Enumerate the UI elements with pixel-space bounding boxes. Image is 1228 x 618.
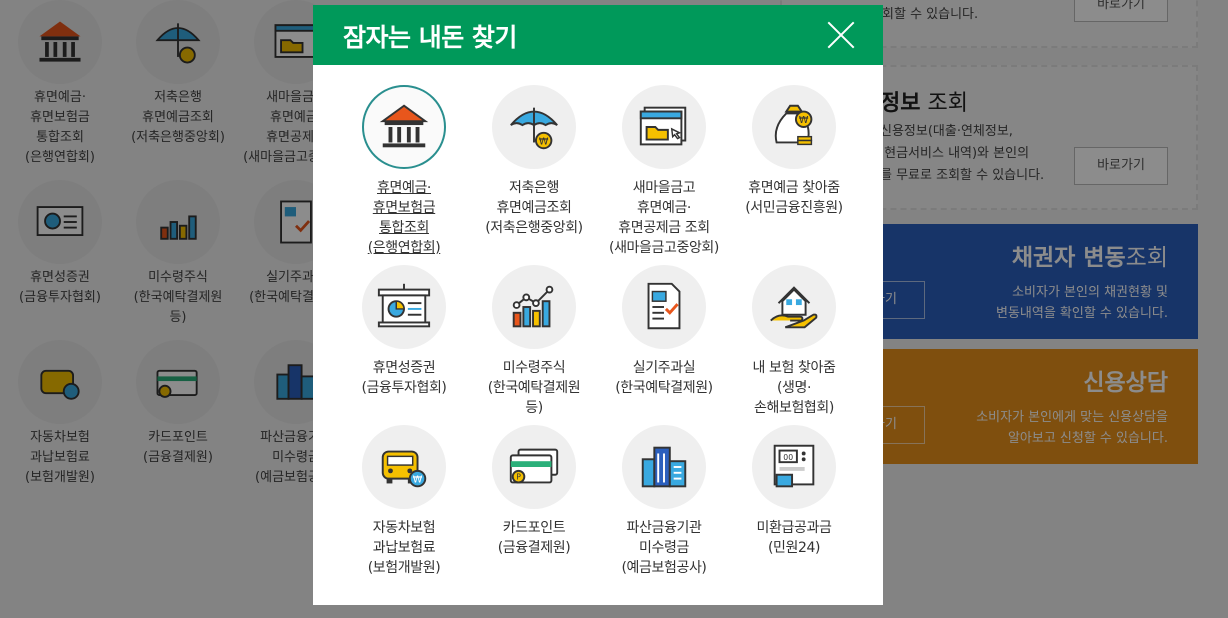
svg-text:₩: ₩	[799, 115, 809, 126]
credit-card-icon: P	[492, 425, 576, 509]
service-item-kftc[interactable]: P 카드포인트 (금융결제원)	[469, 425, 599, 558]
service-item-label: 실기주과실 (한국예탁결제원)	[615, 360, 713, 396]
service-item-label: 미수령주식 (한국예탁결제원 등)	[487, 360, 581, 416]
bar-chart-icon	[492, 265, 576, 349]
meter-icon: 00	[752, 425, 836, 509]
service-item-label: 파산금융기관 미수령금 (예금보험공사)	[621, 520, 707, 576]
service-item-label: 자동차보험 과납보험료 (보험개발원)	[367, 520, 441, 576]
service-item-label: 미환급공과금 (민원24)	[756, 520, 832, 556]
buildings-icon	[622, 425, 706, 509]
service-item-kofia[interactable]: 휴면성증권 (금융투자협회)	[339, 265, 469, 398]
service-item-label: 새마을금고 휴면예금· 휴면공제금 조회 (새마을금고중앙회)	[609, 180, 719, 256]
service-item-label: 저축은행 휴면예금조회 (저축은행중앙회)	[485, 180, 583, 236]
presentation-board-icon	[362, 265, 446, 349]
service-item-kinfa[interactable]: ₩ 휴면예금 찾아줌 (서민금융진흥원)	[729, 85, 859, 218]
svg-text:P: P	[516, 473, 521, 482]
close-icon[interactable]	[827, 21, 855, 49]
service-item-label: 휴면성증권 (금융투자협회)	[361, 360, 447, 396]
house-hand-icon	[752, 265, 836, 349]
dormant-money-modal: 잠자는 내돈 찾기 휴면예금· 휴면보험금 통합조회 (은행연합회) ₩ 저축은…	[313, 5, 883, 605]
car-won-icon: ₩	[362, 425, 446, 509]
svg-text:₩: ₩	[539, 136, 549, 147]
service-item-savings-bank[interactable]: ₩ 저축은행 휴면예금조회 (저축은행중앙회)	[469, 85, 599, 238]
service-item-kidi[interactable]: ₩ 자동차보험 과납보험료 (보험개발원)	[339, 425, 469, 578]
service-item-minwon24[interactable]: 00 미환급공과금 (민원24)	[729, 425, 859, 558]
modal-header: 잠자는 내돈 찾기	[313, 5, 883, 65]
modal-title: 잠자는 내돈 찾기	[343, 23, 517, 52]
money-bag-icon: ₩	[752, 85, 836, 169]
service-item-kfcc[interactable]: 새마을금고 휴면예금· 휴면공제금 조회 (새마을금고중앙회)	[599, 85, 729, 258]
bank-icon	[362, 85, 446, 169]
service-item-label: 카드포인트 (금융결제원)	[497, 520, 571, 556]
svg-text:₩: ₩	[413, 474, 423, 485]
service-item-kdic[interactable]: 파산금융기관 미수령금 (예금보험공사)	[599, 425, 729, 578]
browser-folder-icon	[622, 85, 706, 169]
service-item-ksd-stocks[interactable]: 미수령주식 (한국예탁결제원 등)	[469, 265, 599, 418]
umbrella-won-icon: ₩	[492, 85, 576, 169]
service-item-insurance-assoc[interactable]: 내 보험 찾아줌 (생명· 손해보험협회)	[729, 265, 859, 418]
service-item-label: 휴면예금· 휴면보험금 통합조회 (은행연합회)	[367, 180, 441, 256]
service-item-bank-association[interactable]: 휴면예금· 휴면보험금 통합조회 (은행연합회)	[339, 85, 469, 258]
svg-text:00: 00	[783, 453, 793, 462]
document-check-icon	[622, 265, 706, 349]
service-item-label: 내 보험 찾아줌 (생명· 손해보험협회)	[752, 360, 836, 416]
service-item-label: 휴면예금 찾아줌 (서민금융진흥원)	[745, 180, 843, 216]
service-item-ksd-dividends[interactable]: 실기주과실 (한국예탁결제원)	[599, 265, 729, 398]
